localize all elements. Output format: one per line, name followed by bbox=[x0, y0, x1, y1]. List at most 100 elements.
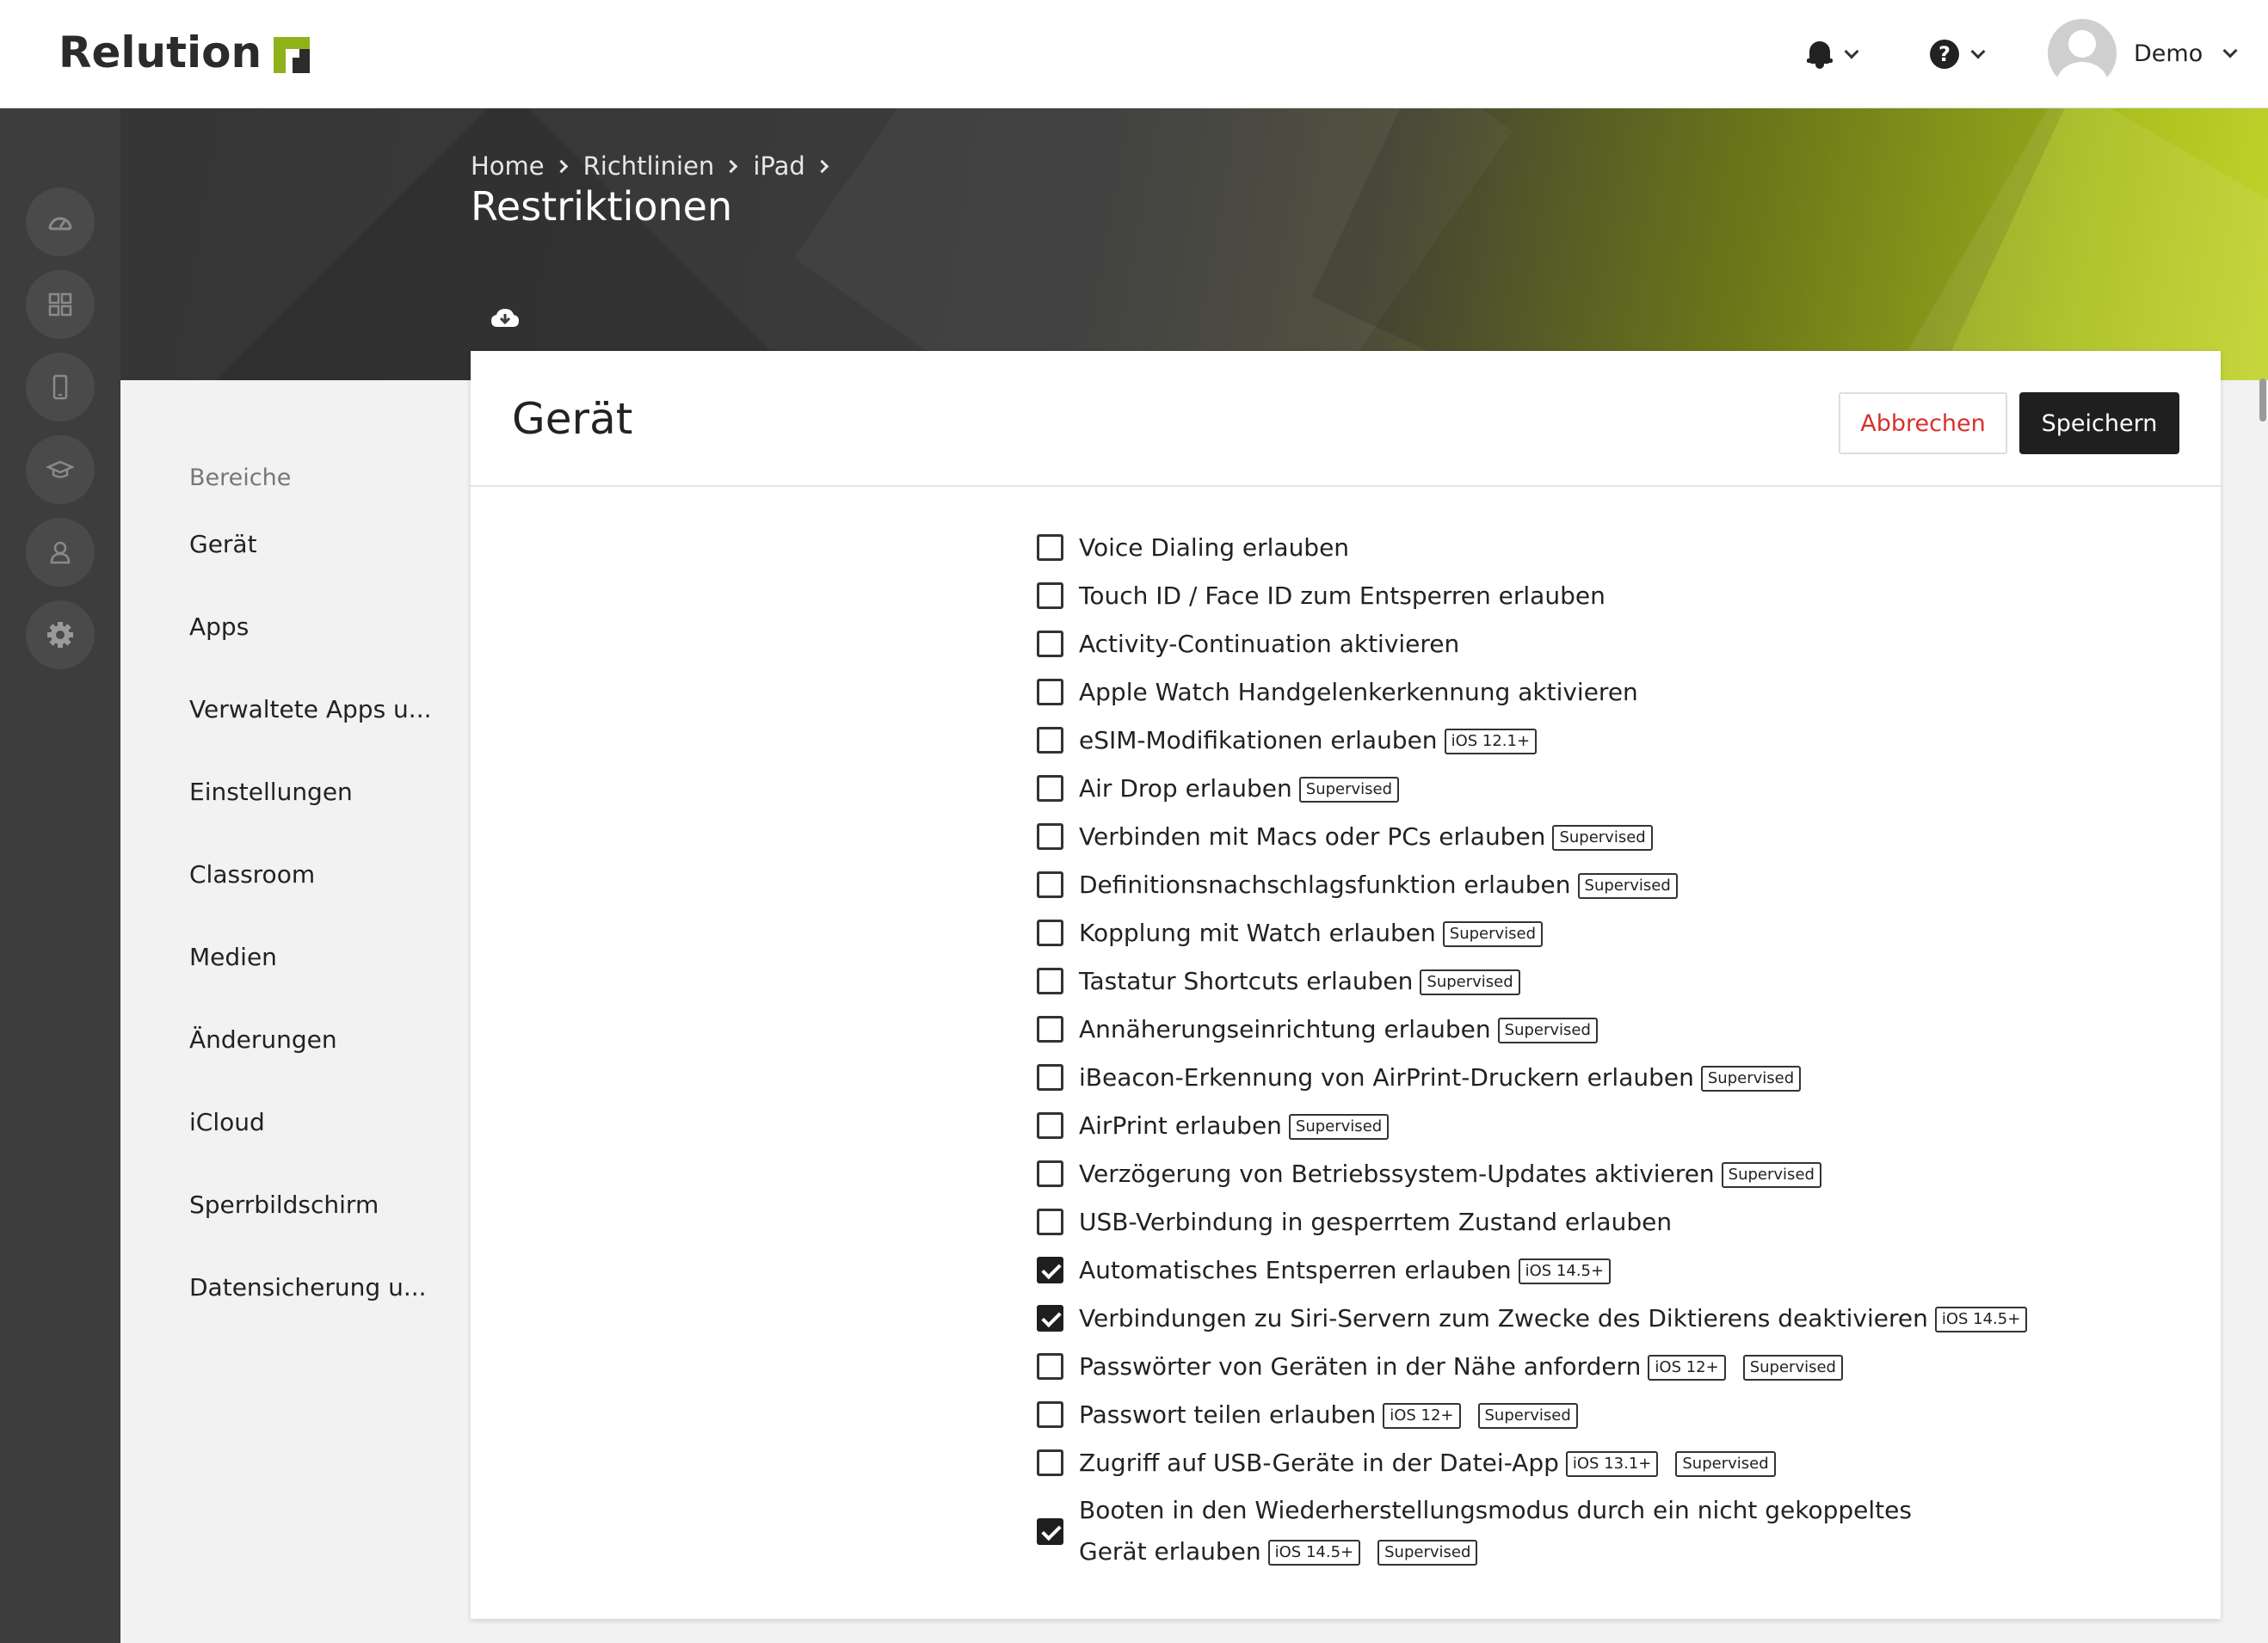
sections-nav: Bereiche Gerät Apps Verwaltete Apps u... Ei… bbox=[189, 465, 432, 1328]
restriction-row: Verzögerung von Betriebssystem-Updates a… bbox=[1037, 1149, 1983, 1197]
rail-dashboard[interactable] bbox=[26, 188, 95, 256]
restriction-checkbox[interactable] bbox=[1037, 1517, 1063, 1545]
restriction-label[interactable]: Booten in den Wiederherstellungsmodus du… bbox=[1079, 1490, 1922, 1572]
rail-apps[interactable] bbox=[26, 270, 95, 339]
chevron-down-icon bbox=[1844, 44, 1859, 59]
restriction-label[interactable]: USB-Verbindung in gesperrtem Zustand erl… bbox=[1079, 1208, 1672, 1236]
section-nav-item[interactable]: Apps bbox=[189, 585, 432, 668]
section-nav-item[interactable]: Classroom bbox=[189, 833, 432, 915]
restriction-label[interactable]: Passwort teilen erlauben iOS 12+ Supervise… bbox=[1079, 1400, 1578, 1429]
help-menu[interactable]: ? bbox=[1930, 29, 1986, 79]
restriction-checkbox[interactable] bbox=[1037, 678, 1063, 705]
restriction-checkbox[interactable] bbox=[1037, 533, 1063, 561]
breadcrumb-home[interactable]: Home bbox=[471, 151, 545, 181]
page-scrollbar[interactable] bbox=[2259, 378, 2266, 422]
section-nav-item[interactable]: Änderungen bbox=[189, 998, 432, 1080]
logo-mark-icon bbox=[274, 37, 311, 73]
restriction-label-text: Apple Watch Handgelenkerkennung aktivier… bbox=[1079, 677, 1638, 706]
restriction-label-text: Activity-Continuation aktivieren bbox=[1079, 629, 1460, 658]
section-nav-item[interactable]: Verwaltete Apps u... bbox=[189, 668, 432, 750]
restriction-checkbox[interactable] bbox=[1037, 871, 1063, 898]
restriction-label-text: USB-Verbindung in gesperrtem Zustand erl… bbox=[1079, 1207, 1673, 1236]
restriction-checkbox[interactable] bbox=[1037, 1015, 1063, 1043]
restriction-row: Tastatur Shortcuts erlauben Supervised bbox=[1037, 957, 1983, 1005]
supervised-badge: Supervised bbox=[1477, 1402, 1578, 1429]
restriction-checkbox[interactable] bbox=[1037, 1304, 1063, 1332]
restriction-checkbox[interactable] bbox=[1037, 1208, 1063, 1235]
rail-users[interactable] bbox=[26, 518, 95, 587]
restriction-label[interactable]: Air Drop erlauben Supervised bbox=[1079, 774, 1400, 803]
restriction-checkbox[interactable] bbox=[1037, 1256, 1063, 1283]
notifications-menu[interactable] bbox=[1807, 29, 1859, 79]
restriction-label[interactable]: Zugriff auf USB-Geräte in der Datei-App i… bbox=[1079, 1449, 1776, 1477]
restriction-label-text: Verbinden mit Macs oder PCs erlauben bbox=[1079, 822, 1546, 851]
supervised-badge: Supervised bbox=[1742, 1354, 1843, 1381]
restriction-checkbox[interactable] bbox=[1037, 1160, 1063, 1187]
restriction-label[interactable]: Activity-Continuation aktivieren bbox=[1079, 630, 1459, 658]
rail-devices[interactable] bbox=[26, 353, 95, 422]
restriction-checkbox[interactable] bbox=[1037, 1063, 1063, 1091]
restriction-label[interactable]: Passwörter von Geräten in der Nähe anfor… bbox=[1079, 1352, 1843, 1381]
restriction-label[interactable]: Annäherungseinrichtung erlauben Supervise… bbox=[1079, 1015, 1598, 1043]
supervised-badge: Supervised bbox=[1377, 1540, 1478, 1566]
restriction-label[interactable]: Verbinden mit Macs oder PCs erlauben Supe… bbox=[1079, 822, 1653, 851]
restriction-label[interactable]: Verbindungen zu Siri-Servern zum Zwecke … bbox=[1079, 1304, 2028, 1332]
restriction-label[interactable]: Kopplung mit Watch erlauben Supervised bbox=[1079, 919, 1544, 947]
cancel-button[interactable]: Abbrechen bbox=[1839, 392, 2007, 454]
restriction-label[interactable]: Verzögerung von Betriebssystem-Updates a… bbox=[1079, 1160, 1821, 1188]
section-nav-item[interactable]: Einstellungen bbox=[189, 750, 432, 833]
ios-version-badge: iOS 14.5+ bbox=[1267, 1540, 1361, 1566]
rail-settings[interactable] bbox=[26, 600, 95, 669]
section-nav-item[interactable]: Medien bbox=[189, 915, 432, 998]
chevron-right-icon bbox=[554, 159, 568, 173]
section-nav-item[interactable]: iCloud bbox=[189, 1080, 432, 1163]
supervised-badge: Supervised bbox=[1552, 824, 1653, 851]
restriction-label[interactable]: eSIM-Modifikationen erlauben iOS 12.1+ bbox=[1079, 726, 1538, 754]
restriction-row: Automatisches Entsperren erlauben iOS 14.… bbox=[1037, 1246, 1983, 1294]
user-menu[interactable]: Demo bbox=[2048, 19, 2238, 88]
bell-icon bbox=[1807, 40, 1833, 69]
save-button[interactable]: Speichern bbox=[2019, 392, 2179, 454]
restriction-label[interactable]: iBeacon-Erkennung von AirPrint-Druckern … bbox=[1079, 1062, 1802, 1092]
rail-education[interactable] bbox=[26, 435, 95, 504]
restriction-checkbox[interactable] bbox=[1037, 1449, 1063, 1476]
restriction-label[interactable]: Apple Watch Handgelenkerkennung aktivier… bbox=[1079, 678, 1638, 706]
section-nav-item[interactable]: Gerät bbox=[189, 502, 432, 585]
restriction-label[interactable]: Automatisches Entsperren erlauben iOS 14.… bbox=[1079, 1256, 1612, 1284]
ios-version-badge: iOS 12+ bbox=[1648, 1354, 1726, 1381]
ios-version-badge: iOS 12.1+ bbox=[1444, 728, 1538, 754]
supervised-badge: Supervised bbox=[1298, 776, 1400, 803]
restriction-label-text: Verzögerung von Betriebssystem-Updates a… bbox=[1079, 1159, 1715, 1188]
restriction-label[interactable]: Voice Dialing erlauben bbox=[1079, 533, 1349, 562]
restriction-checkbox[interactable] bbox=[1037, 967, 1063, 994]
restriction-label[interactable]: AirPrint erlauben Supervised bbox=[1079, 1111, 1390, 1140]
breadcrumb-ipad[interactable]: iPad bbox=[753, 151, 804, 181]
restriction-label-text: iBeacon-Erkennung von AirPrint-Druckern … bbox=[1079, 1062, 1694, 1092]
restriction-checkbox[interactable] bbox=[1037, 919, 1063, 946]
restriction-label[interactable]: Tastatur Shortcuts erlauben Supervised bbox=[1079, 967, 1520, 995]
restriction-checkbox[interactable] bbox=[1037, 726, 1063, 754]
restriction-checkbox[interactable] bbox=[1037, 1111, 1063, 1139]
section-nav-item[interactable]: Sperrbildschirm bbox=[189, 1163, 432, 1246]
supervised-badge: Supervised bbox=[1420, 969, 1520, 995]
restriction-checkbox[interactable] bbox=[1037, 774, 1063, 802]
cloud-download-icon[interactable] bbox=[490, 308, 520, 329]
restriction-checkbox[interactable] bbox=[1037, 1352, 1063, 1380]
restriction-label-text: Annäherungseinrichtung erlauben bbox=[1079, 1014, 1491, 1043]
hero-banner bbox=[120, 108, 2268, 380]
chevron-down-icon bbox=[1970, 44, 1986, 59]
restriction-row: Annäherungseinrichtung erlauben Supervise… bbox=[1037, 1005, 1983, 1053]
education-icon bbox=[46, 460, 74, 478]
restriction-row: Air Drop erlauben Supervised bbox=[1037, 764, 1983, 812]
breadcrumb-policies[interactable]: Richtlinien bbox=[583, 151, 715, 181]
supervised-badge: Supervised bbox=[1442, 920, 1544, 947]
restriction-label[interactable]: Definitionsnachschlagsfunktion erlauben S… bbox=[1079, 871, 1678, 899]
relution-logo[interactable]: Relution bbox=[59, 28, 311, 77]
restriction-checkbox[interactable] bbox=[1037, 1400, 1063, 1428]
user-icon bbox=[50, 541, 71, 564]
restriction-label[interactable]: Touch ID / Face ID zum Entsperren erlaub… bbox=[1079, 582, 1605, 610]
restriction-checkbox[interactable] bbox=[1037, 822, 1063, 850]
section-nav-item[interactable]: Datensicherung u... bbox=[189, 1246, 432, 1328]
restriction-checkbox[interactable] bbox=[1037, 630, 1063, 657]
restriction-checkbox[interactable] bbox=[1037, 582, 1063, 609]
